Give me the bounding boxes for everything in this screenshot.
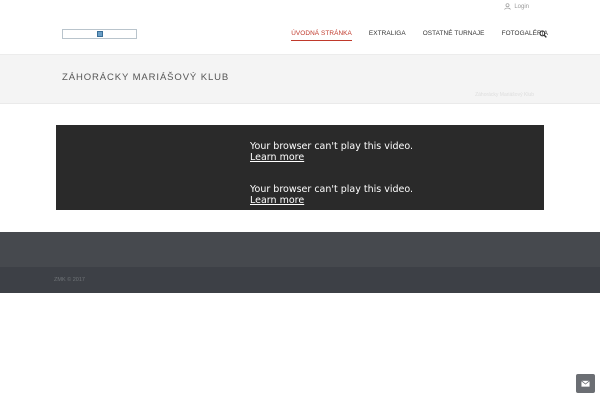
nav-item-other-tournaments[interactable]: Ostatné turnaje (423, 30, 485, 41)
learn-more-link[interactable]: Learn more (250, 195, 413, 206)
page-title-bar: Záhorácky Mariášový Klub Záhorácky Mariá… (0, 55, 600, 104)
breadcrumb[interactable]: Záhorácky Mariášový Klub (475, 92, 534, 98)
login-label: Login (514, 3, 529, 10)
video-fallback-message: Your browser can't play this video. (250, 141, 414, 152)
footer-widgets (0, 232, 600, 267)
nav-item-extraliga[interactable]: Extraliga (369, 30, 406, 41)
video-player-area: Your browser can't play this video. Lear… (56, 125, 544, 210)
video-fallback-1: Your browser can't play this video. Lear… (250, 141, 413, 163)
site-header: Úvodná stránka Extraliga Ostatné turnaje… (0, 16, 600, 55)
nav-item-home[interactable]: Úvodná stránka (291, 30, 352, 41)
site-logo[interactable] (62, 29, 137, 39)
main-nav: Úvodná stránka Extraliga Ostatné turnaje… (291, 30, 548, 41)
top-bar: Login (0, 0, 600, 16)
footer-bar: ZMK © 2017 (0, 267, 600, 293)
learn-more-link[interactable]: Learn more (250, 152, 413, 163)
login-link[interactable]: Login (504, 3, 529, 10)
contact-button[interactable] (576, 374, 595, 393)
page-title: Záhorácky Mariášový Klub (62, 72, 230, 83)
logo-image (97, 31, 103, 37)
user-icon (504, 3, 511, 10)
search-icon[interactable] (539, 30, 547, 38)
envelope-icon (581, 380, 590, 387)
video-fallback-2: Your browser can't play this video. Lear… (250, 184, 413, 206)
video-fallback-message: Your browser can't play this video. (250, 184, 414, 195)
copyright-text: ZMK © 2017 (54, 277, 85, 283)
